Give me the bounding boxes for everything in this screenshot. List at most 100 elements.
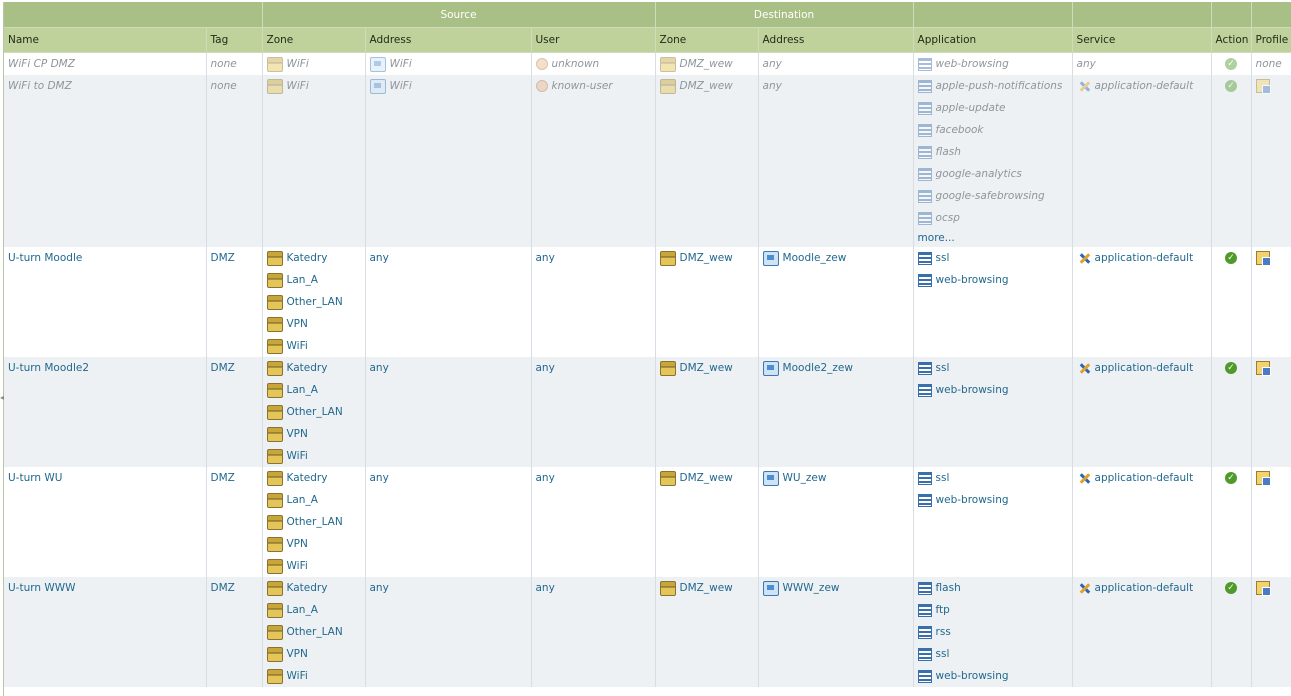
- column-header-tag[interactable]: Tag: [206, 27, 263, 53]
- application-item[interactable]: ssl: [917, 247, 1068, 269]
- application-item[interactable]: flash: [917, 141, 1068, 163]
- column-header-source-zone[interactable]: Zone: [262, 27, 366, 53]
- source-address-item[interactable]: WiFi: [369, 53, 527, 75]
- action-allow[interactable]: ✓: [1216, 467, 1247, 489]
- collapse-handle[interactable]: ◂: [0, 393, 4, 407]
- application-item[interactable]: ocsp: [917, 207, 1068, 229]
- destination-address-item[interactable]: Moodle2_zew: [762, 357, 909, 379]
- column-header-source-address[interactable]: Address: [365, 27, 532, 53]
- destination-zone-item[interactable]: DMZ_wew: [659, 467, 754, 489]
- source-zone-item[interactable]: WiFi: [266, 53, 361, 75]
- more-link[interactable]: more...: [918, 229, 1068, 247]
- column-header-name[interactable]: Name: [4, 27, 207, 53]
- source-zone-item[interactable]: VPN: [266, 423, 361, 445]
- source-zone-item[interactable]: Other_LAN: [266, 401, 361, 423]
- cell-name[interactable]: WiFi to DMZ: [4, 75, 207, 247]
- source-zone-item[interactable]: Katedry: [266, 357, 361, 379]
- destination-address-item[interactable]: WU_zew: [762, 467, 909, 489]
- service-item[interactable]: application-default: [1077, 577, 1207, 599]
- application-item[interactable]: google-safebrowsing: [917, 185, 1068, 207]
- action-allow[interactable]: ✓: [1216, 357, 1247, 379]
- header-group-destination[interactable]: Destination: [655, 2, 914, 28]
- profile-setting[interactable]: [1255, 467, 1288, 489]
- column-header-destination-address[interactable]: Address: [758, 27, 914, 53]
- column-header-profile[interactable]: Profile: [1251, 27, 1291, 53]
- table-row[interactable]: U-turn WWW DMZ Katedry Lan_A Other_LAN VPN WiF…: [4, 577, 1291, 687]
- application-item[interactable]: web-browsing: [917, 53, 1068, 75]
- application-item[interactable]: ssl: [917, 357, 1068, 379]
- source-zone-item[interactable]: WiFi: [266, 75, 361, 97]
- source-zone-item[interactable]: Lan_A: [266, 489, 361, 511]
- cell-name[interactable]: U-turn WU: [4, 467, 207, 577]
- destination-zone-item[interactable]: DMZ_wew: [659, 75, 754, 97]
- source-zone-item[interactable]: Lan_A: [266, 269, 361, 291]
- column-header-service[interactable]: Service: [1072, 27, 1212, 53]
- source-zone-item[interactable]: Other_LAN: [266, 621, 361, 643]
- table-row[interactable]: U-turn Moodle2 DMZ Katedry Lan_A Other_LAN VP…: [4, 357, 1291, 467]
- profile-setting[interactable]: [1255, 75, 1288, 97]
- application-item[interactable]: ssl: [917, 467, 1068, 489]
- destination-zone-item[interactable]: DMZ_wew: [659, 577, 754, 599]
- source-zone-item[interactable]: Katedry: [266, 467, 361, 489]
- service-item[interactable]: application-default: [1077, 467, 1207, 489]
- destination-zone-item[interactable]: DMZ_wew: [659, 247, 754, 269]
- service-item[interactable]: application-default: [1077, 357, 1207, 379]
- column-header-user[interactable]: User: [531, 27, 656, 53]
- source-zone-item[interactable]: WiFi: [266, 555, 361, 577]
- action-allow[interactable]: ✓: [1216, 53, 1247, 75]
- source-zone-item[interactable]: VPN: [266, 533, 361, 555]
- source-address-item[interactable]: WiFi: [369, 75, 527, 97]
- source-zone-item[interactable]: WiFi: [266, 445, 361, 467]
- profile-setting[interactable]: [1255, 577, 1288, 599]
- destination-address-item[interactable]: WWW_zew: [762, 577, 909, 599]
- user-item[interactable]: known-user: [535, 75, 651, 97]
- table-row[interactable]: U-turn Moodle DMZ Katedry Lan_A Other_LAN VPN…: [4, 247, 1291, 357]
- source-zone-item[interactable]: WiFi: [266, 665, 361, 687]
- destination-address-item[interactable]: Moodle_zew: [762, 247, 909, 269]
- application-item[interactable]: web-browsing: [917, 489, 1068, 511]
- source-zone-item[interactable]: VPN: [266, 313, 361, 335]
- table-row[interactable]: WiFi to DMZ none WiFi WiFi known-user DMZ_wew…: [4, 75, 1291, 247]
- application-item[interactable]: web-browsing: [917, 665, 1068, 687]
- destination-address-item-label: Moodle2_zew: [782, 362, 853, 374]
- table-row[interactable]: WiFi CP DMZ none WiFi WiFi unknown DMZ_wew any…: [4, 52, 1291, 75]
- application-item[interactable]: apple-push-notifications: [917, 75, 1068, 97]
- application-item[interactable]: flash: [917, 577, 1068, 599]
- profile-setting[interactable]: [1255, 357, 1288, 379]
- application-item[interactable]: google-analytics: [917, 163, 1068, 185]
- source-zone-item[interactable]: Lan_A: [266, 599, 361, 621]
- action-allow[interactable]: ✓: [1216, 75, 1247, 97]
- destination-zone-item[interactable]: DMZ_wew: [659, 53, 754, 75]
- destination-zone-item[interactable]: DMZ_wew: [659, 357, 754, 379]
- user-item[interactable]: unknown: [535, 53, 651, 75]
- action-allow[interactable]: ✓: [1216, 247, 1247, 269]
- source-zone-item[interactable]: Katedry: [266, 247, 361, 269]
- source-zone-item[interactable]: VPN: [266, 643, 361, 665]
- service-item[interactable]: application-default: [1077, 75, 1207, 97]
- application-item[interactable]: rss: [917, 621, 1068, 643]
- table-row[interactable]: U-turn WU DMZ Katedry Lan_A Other_LAN VPN WiFi…: [4, 467, 1291, 577]
- profile-setting[interactable]: [1255, 247, 1288, 269]
- cell-destination-zone: DMZ_wew: [655, 75, 759, 247]
- cell-name[interactable]: U-turn Moodle2: [4, 357, 207, 467]
- column-header-destination-zone[interactable]: Zone: [655, 27, 759, 53]
- source-zone-item[interactable]: Katedry: [266, 577, 361, 599]
- service-item[interactable]: application-default: [1077, 247, 1207, 269]
- source-zone-item[interactable]: Other_LAN: [266, 291, 361, 313]
- application-item[interactable]: web-browsing: [917, 379, 1068, 401]
- source-zone-item[interactable]: Lan_A: [266, 379, 361, 401]
- source-zone-item[interactable]: WiFi: [266, 335, 361, 357]
- application-item[interactable]: facebook: [917, 119, 1068, 141]
- application-item[interactable]: ftp: [917, 599, 1068, 621]
- header-group-source[interactable]: Source: [262, 2, 656, 28]
- source-zone-item[interactable]: Other_LAN: [266, 511, 361, 533]
- application-item[interactable]: ssl: [917, 643, 1068, 665]
- cell-name[interactable]: WiFi CP DMZ: [4, 52, 207, 75]
- cell-name[interactable]: U-turn WWW: [4, 577, 207, 687]
- column-header-action[interactable]: Action: [1211, 27, 1252, 53]
- application-item[interactable]: web-browsing: [917, 269, 1068, 291]
- cell-name[interactable]: U-turn Moodle: [4, 247, 207, 357]
- column-header-application[interactable]: Application: [913, 27, 1073, 53]
- application-item[interactable]: apple-update: [917, 97, 1068, 119]
- action-allow[interactable]: ✓: [1216, 577, 1247, 599]
